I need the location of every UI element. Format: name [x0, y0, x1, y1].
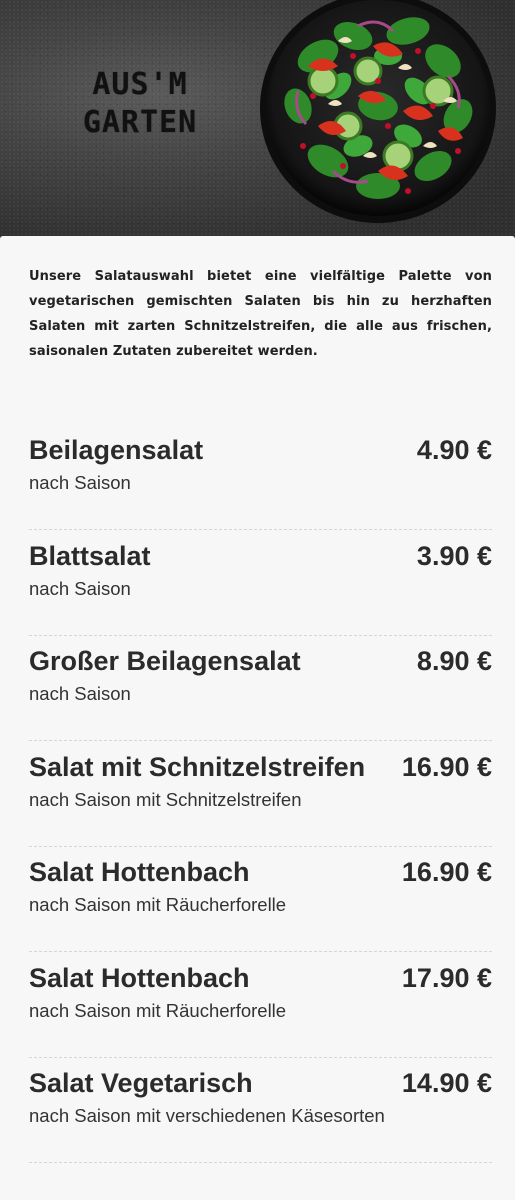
item-price: 3.90 € [416, 541, 492, 571]
item-name: Salat Hottenbach [29, 963, 250, 993]
divider [29, 740, 492, 741]
item-description: nach Saison mit Schnitzelstreifen [29, 789, 302, 810]
header-banner: AUS'M GARTEN [0, 0, 515, 236]
item-description: nach Saison [29, 472, 131, 493]
salad-bowl-image [260, 0, 496, 223]
item-price: 4.90 € [416, 435, 492, 465]
item-description: nach Saison [29, 578, 131, 599]
divider [29, 635, 492, 636]
item-price: 14.90 € [401, 1068, 492, 1098]
intro-text: Unsere Salatauswahl bietet eine vielfält… [29, 269, 492, 359]
page-title-line-1: AUS'M [92, 67, 188, 102]
item-name: Großer Beilagensalat [29, 646, 301, 676]
menu-item: Salat Vegetarisch 14.90 € nach Saison mi… [29, 1067, 492, 1173]
menu-item: Beilagensalat 4.90 € nach Saison [29, 434, 492, 540]
item-description: nach Saison mit Räucherforelle [29, 894, 287, 915]
item-price: 17.90 € [401, 963, 492, 993]
menu-item: Salat Hottenbach 17.90 € nach Saison mit… [29, 962, 492, 1068]
item-description: nach Saison mit Räucherforelle [29, 1000, 287, 1021]
menu-item: Salat mit Schnitzelstreifen 16.90 € nach… [29, 751, 492, 857]
item-description: nach Saison [29, 683, 131, 704]
menu-card: Unsere Salatauswahl bietet eine vielfält… [0, 236, 515, 1200]
item-price: 8.90 € [416, 646, 492, 676]
item-name: Blattsalat [29, 541, 151, 571]
menu-item: Blattsalat 3.90 € nach Saison [29, 540, 492, 646]
item-description: nach Saison mit verschiedenen Käsesorten [29, 1105, 385, 1126]
divider [29, 1162, 492, 1163]
page-title-line-2: GARTEN [82, 105, 198, 140]
divider [29, 1057, 492, 1058]
divider [29, 846, 492, 847]
menu-item: Großer Beilagensalat 8.90 € nach Saison [29, 645, 492, 751]
item-name: Salat Vegetarisch [29, 1068, 253, 1098]
item-price: 16.90 € [401, 857, 492, 887]
item-name: Salat Hottenbach [29, 857, 250, 887]
item-name: Salat mit Schnitzelstreifen [29, 752, 366, 782]
page-title: AUS'M GARTEN [60, 66, 220, 142]
item-name: Beilagensalat [29, 435, 204, 465]
divider [29, 529, 492, 530]
item-price: 16.90 € [401, 752, 492, 782]
divider [29, 951, 492, 952]
menu-item: Salat Hottenbach 16.90 € nach Saison mit… [29, 856, 492, 962]
